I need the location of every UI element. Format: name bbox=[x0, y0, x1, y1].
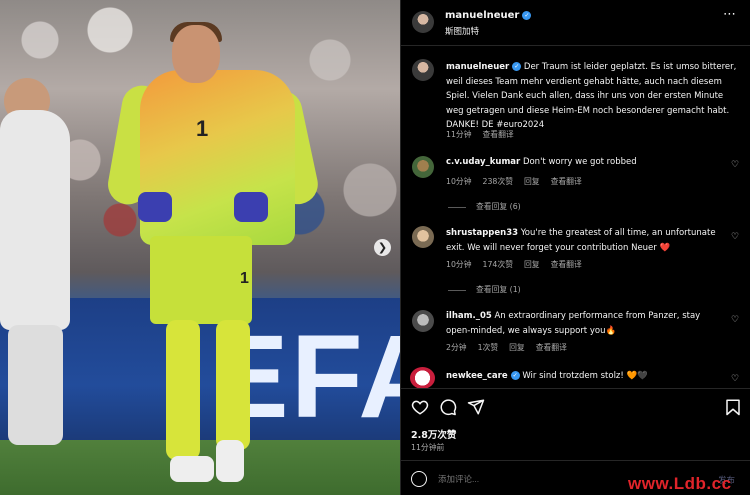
keeper-head bbox=[172, 25, 220, 83]
comment-meta: 2分钟 1次赞 回复 查看翻译 bbox=[446, 342, 578, 353]
keeper-glove-right bbox=[234, 192, 268, 222]
heart-icon[interactable] bbox=[411, 398, 429, 416]
more-icon[interactable]: ⋯ bbox=[723, 8, 736, 21]
comment-likes[interactable]: 174次赞 bbox=[483, 260, 513, 269]
comment-text: Don't worry we got robbed bbox=[522, 157, 637, 167]
post-timestamp: 11分钟前 bbox=[411, 443, 445, 452]
view-replies[interactable]: 查看回复 (1) bbox=[448, 284, 521, 295]
reply-link[interactable]: 回复 bbox=[524, 260, 540, 269]
header-divider bbox=[400, 45, 750, 46]
shorts-number: 1 bbox=[240, 270, 249, 287]
comment-avatar[interactable] bbox=[412, 226, 434, 248]
comment-item: ilham._05 An extraordinary performance f… bbox=[446, 309, 724, 339]
caption-translate-link[interactable]: 查看翻译 bbox=[483, 130, 514, 139]
reply-link[interactable]: 回复 bbox=[524, 177, 540, 186]
actions-divider bbox=[400, 388, 750, 389]
comment-likes[interactable]: 1次赞 bbox=[478, 343, 499, 352]
comment-item: newkee_care ✓ Wir sind trotzdem stolz! 🧡🖤 bbox=[446, 369, 724, 384]
comment-time: 10分钟 bbox=[446, 260, 472, 269]
keeper-leg-right bbox=[216, 320, 250, 450]
composer-divider bbox=[400, 460, 750, 461]
chevron-right-icon[interactable]: ❯ bbox=[374, 239, 391, 256]
reply-link[interactable]: 回复 bbox=[509, 343, 525, 352]
heart-icon[interactable]: ♡ bbox=[731, 232, 739, 242]
post-photo: EFA 1 1 ❯ bbox=[0, 0, 400, 495]
comment-username[interactable]: shrustappen33 bbox=[446, 228, 518, 238]
verified-icon: ✓ bbox=[510, 371, 520, 380]
watermark: www.Ldb.cc bbox=[628, 474, 732, 493]
post-caption: manuelneuer ✓ Der Traum ist leider geplat… bbox=[446, 60, 738, 133]
bookmark-icon[interactable] bbox=[724, 398, 742, 416]
comment-likes[interactable]: 238次赞 bbox=[483, 177, 513, 186]
heart-icon[interactable]: ♡ bbox=[731, 160, 739, 170]
translate-link[interactable]: 查看翻译 bbox=[536, 343, 567, 352]
keeper-boot-right bbox=[216, 440, 244, 482]
verified-icon: ✓ bbox=[512, 62, 522, 71]
comment-avatar[interactable] bbox=[412, 156, 434, 178]
keeper-boot-left bbox=[170, 456, 214, 482]
verified-icon: ✓ bbox=[522, 10, 532, 20]
comment-text: Wir sind trotzdem stolz! 🧡🖤 bbox=[522, 371, 648, 381]
comment-avatar[interactable] bbox=[412, 310, 434, 332]
caption-time: 11分钟 bbox=[446, 130, 472, 139]
comment-time: 2分钟 bbox=[446, 343, 467, 352]
keeper-leg-left bbox=[166, 320, 200, 460]
teammate-shirt bbox=[0, 110, 70, 330]
comment-username[interactable]: ilham._05 bbox=[446, 311, 492, 321]
caption-avatar[interactable] bbox=[412, 59, 434, 81]
comment-username[interactable]: newkee_care bbox=[446, 371, 508, 381]
post-location[interactable]: 斯图加特 bbox=[445, 25, 479, 37]
view-replies[interactable]: 查看回复 (6) bbox=[448, 201, 521, 212]
translate-link[interactable]: 查看翻译 bbox=[551, 177, 582, 186]
likes-count[interactable]: 2.8万次赞 bbox=[411, 427, 456, 441]
comment-username[interactable]: c.v.uday_kumar bbox=[446, 157, 520, 167]
author-avatar[interactable] bbox=[412, 11, 434, 33]
replies-line bbox=[448, 289, 466, 291]
emoji-icon[interactable] bbox=[411, 471, 427, 487]
translate-link[interactable]: 查看翻译 bbox=[551, 260, 582, 269]
comment-meta: 10分钟 238次赞 回复 查看翻译 bbox=[446, 176, 593, 187]
caption-meta: 11分钟 查看翻译 bbox=[446, 129, 525, 140]
comment-icon[interactable] bbox=[439, 398, 457, 416]
share-icon[interactable] bbox=[467, 398, 485, 416]
shirt-number: 1 bbox=[196, 116, 209, 141]
teammate-legs bbox=[8, 325, 63, 445]
heart-icon[interactable]: ♡ bbox=[731, 315, 739, 325]
replies-line bbox=[448, 206, 466, 208]
comment-avatar[interactable] bbox=[410, 367, 435, 389]
author-username[interactable]: manuelneuer ✓ bbox=[445, 10, 532, 21]
comment-time: 10分钟 bbox=[446, 177, 472, 186]
heart-icon[interactable]: ♡ bbox=[731, 374, 739, 384]
comment-item: shrustappen33 You're the greatest of all… bbox=[446, 226, 724, 256]
comment-item: c.v.uday_kumar Don't worry we got robbed bbox=[446, 155, 724, 170]
caption-username[interactable]: manuelneuer bbox=[446, 62, 509, 72]
keeper-shorts bbox=[150, 236, 252, 324]
comment-meta: 10分钟 174次赞 回复 查看翻译 bbox=[446, 259, 593, 270]
keeper-glove-left bbox=[138, 192, 172, 222]
